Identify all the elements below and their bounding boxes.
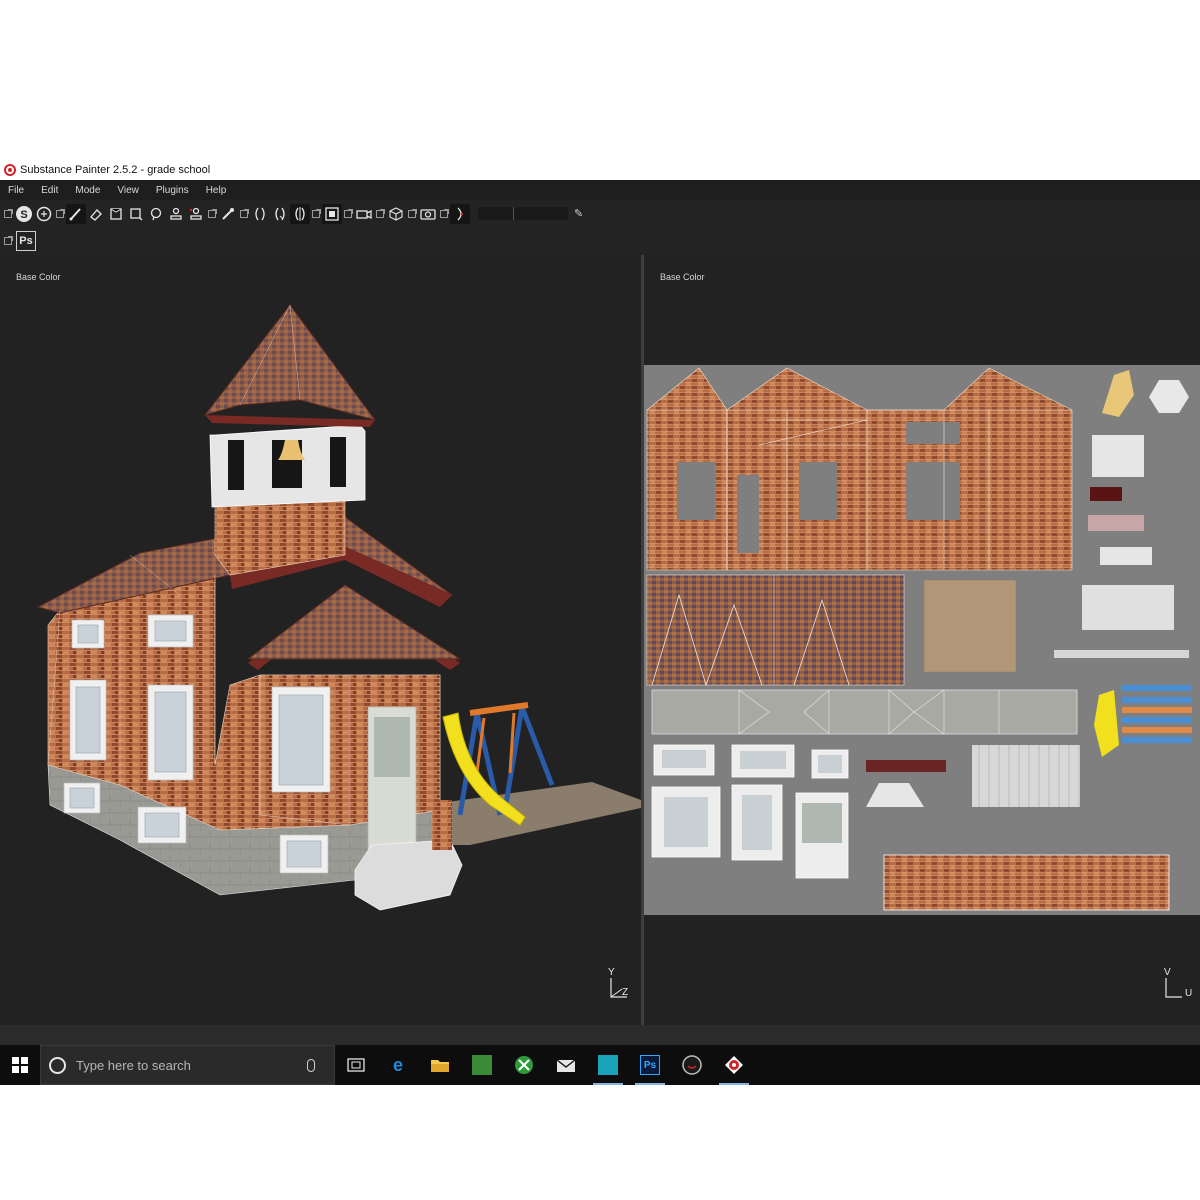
popout-icon[interactable] bbox=[4, 236, 13, 245]
axis-gizmo-uv-icon bbox=[1165, 978, 1182, 998]
windows-taskbar: e Ps bbox=[0, 1045, 1200, 1085]
school-model-render bbox=[36, 304, 641, 911]
menu-file[interactable]: File bbox=[8, 185, 24, 196]
display-mode-icon[interactable] bbox=[322, 203, 342, 224]
screenshot-icon[interactable] bbox=[418, 204, 438, 224]
menu-plugins[interactable]: Plugins bbox=[156, 185, 189, 196]
substance-painter-icon bbox=[725, 1056, 743, 1074]
color-picker-icon[interactable] bbox=[218, 204, 238, 224]
brush-size-slider[interactable] bbox=[478, 207, 568, 220]
popout-icon[interactable] bbox=[208, 208, 217, 218]
popout-icon[interactable] bbox=[56, 208, 65, 218]
substance-logo-icon[interactable]: S bbox=[14, 204, 34, 224]
cortana-icon bbox=[49, 1056, 66, 1074]
maps-button[interactable] bbox=[587, 1045, 629, 1085]
taskbar-search[interactable] bbox=[40, 1045, 335, 1085]
photoshop-button[interactable]: Ps bbox=[629, 1045, 671, 1085]
menu-help[interactable]: Help bbox=[206, 185, 227, 196]
polygon-fill-icon[interactable] bbox=[126, 204, 146, 224]
menu-bar: File Edit Mode View Plugins Help bbox=[0, 180, 1200, 200]
green-app-button[interactable] bbox=[461, 1045, 503, 1085]
app-dark-icon bbox=[682, 1055, 702, 1075]
popout-icon[interactable] bbox=[408, 208, 417, 218]
microphone-icon[interactable] bbox=[307, 1058, 315, 1072]
uv-islands bbox=[646, 367, 1192, 911]
windows-logo-icon bbox=[12, 1057, 28, 1073]
substance-logo-icon bbox=[4, 164, 16, 176]
material-picker-icon[interactable] bbox=[186, 204, 206, 224]
title-bar: Substance Painter 2.5.2 - grade school bbox=[0, 160, 1200, 180]
uv-texture-sheet[interactable] bbox=[644, 365, 1200, 915]
menu-view[interactable]: View bbox=[117, 185, 139, 196]
symmetry-alt-icon[interactable] bbox=[270, 204, 290, 224]
secondary-toolbar: Ps bbox=[0, 227, 1200, 255]
photoshop-icon: Ps bbox=[640, 1055, 660, 1075]
viewport-3d[interactable]: Base Color Y Z bbox=[0, 255, 641, 1025]
task-view-button[interactable] bbox=[335, 1045, 377, 1085]
axis-gizmo-z: Z bbox=[622, 987, 629, 998]
axis-gizmo-u: U bbox=[1185, 988, 1193, 999]
start-button[interactable] bbox=[0, 1045, 40, 1085]
mail-icon bbox=[556, 1059, 576, 1072]
popout-icon[interactable] bbox=[4, 208, 13, 218]
edge-icon: e bbox=[392, 1054, 403, 1075]
cube-icon[interactable] bbox=[386, 204, 406, 224]
status-strip bbox=[0, 1025, 1200, 1045]
task-view-icon bbox=[347, 1058, 365, 1072]
photoshop-export-button[interactable]: Ps bbox=[16, 231, 36, 251]
camera-icon[interactable] bbox=[354, 204, 374, 224]
menu-edit[interactable]: Edit bbox=[41, 185, 58, 196]
symmetry-icon[interactable] bbox=[250, 204, 270, 224]
window-title: Substance Painter 2.5.2 - grade school bbox=[20, 164, 211, 176]
svg-text:S: S bbox=[20, 209, 27, 221]
brush-options-icon[interactable] bbox=[450, 203, 470, 224]
popout-icon[interactable] bbox=[312, 208, 321, 218]
dark-app-button[interactable] bbox=[671, 1045, 713, 1085]
file-explorer-button[interactable] bbox=[419, 1045, 461, 1085]
edge-button[interactable]: e bbox=[377, 1045, 419, 1085]
eraser-icon[interactable] bbox=[86, 204, 106, 224]
paint-brush-icon[interactable] bbox=[66, 203, 86, 224]
smart-material-icon[interactable] bbox=[34, 204, 54, 224]
popout-icon[interactable] bbox=[376, 208, 385, 218]
smudge-icon[interactable] bbox=[146, 204, 166, 224]
maps-icon bbox=[598, 1055, 618, 1075]
xbox-icon bbox=[515, 1056, 533, 1074]
search-input[interactable] bbox=[76, 1057, 301, 1073]
app-green-icon bbox=[472, 1055, 492, 1075]
substance-painter-button[interactable] bbox=[713, 1045, 755, 1085]
projection-icon[interactable] bbox=[106, 204, 126, 224]
viewport-2d-channel-label: Base Color bbox=[660, 272, 705, 282]
menu-mode[interactable]: Mode bbox=[75, 185, 100, 196]
clone-stamp-icon[interactable] bbox=[166, 204, 186, 224]
viewport-2d[interactable]: Base Color V U bbox=[644, 255, 1200, 1025]
pen-pressure-icon[interactable]: ✎ bbox=[574, 207, 583, 220]
popout-icon[interactable] bbox=[344, 208, 353, 218]
popout-icon[interactable] bbox=[240, 208, 249, 218]
mail-button[interactable] bbox=[545, 1045, 587, 1085]
xbox-button[interactable] bbox=[503, 1045, 545, 1085]
screenshot-frame: Substance Painter 2.5.2 - grade school F… bbox=[0, 0, 1200, 1200]
file-explorer-icon bbox=[431, 1060, 449, 1072]
symmetry-x-icon[interactable] bbox=[290, 203, 310, 224]
tool-bar: S ✎ bbox=[0, 200, 1200, 227]
popout-icon[interactable] bbox=[440, 208, 449, 218]
